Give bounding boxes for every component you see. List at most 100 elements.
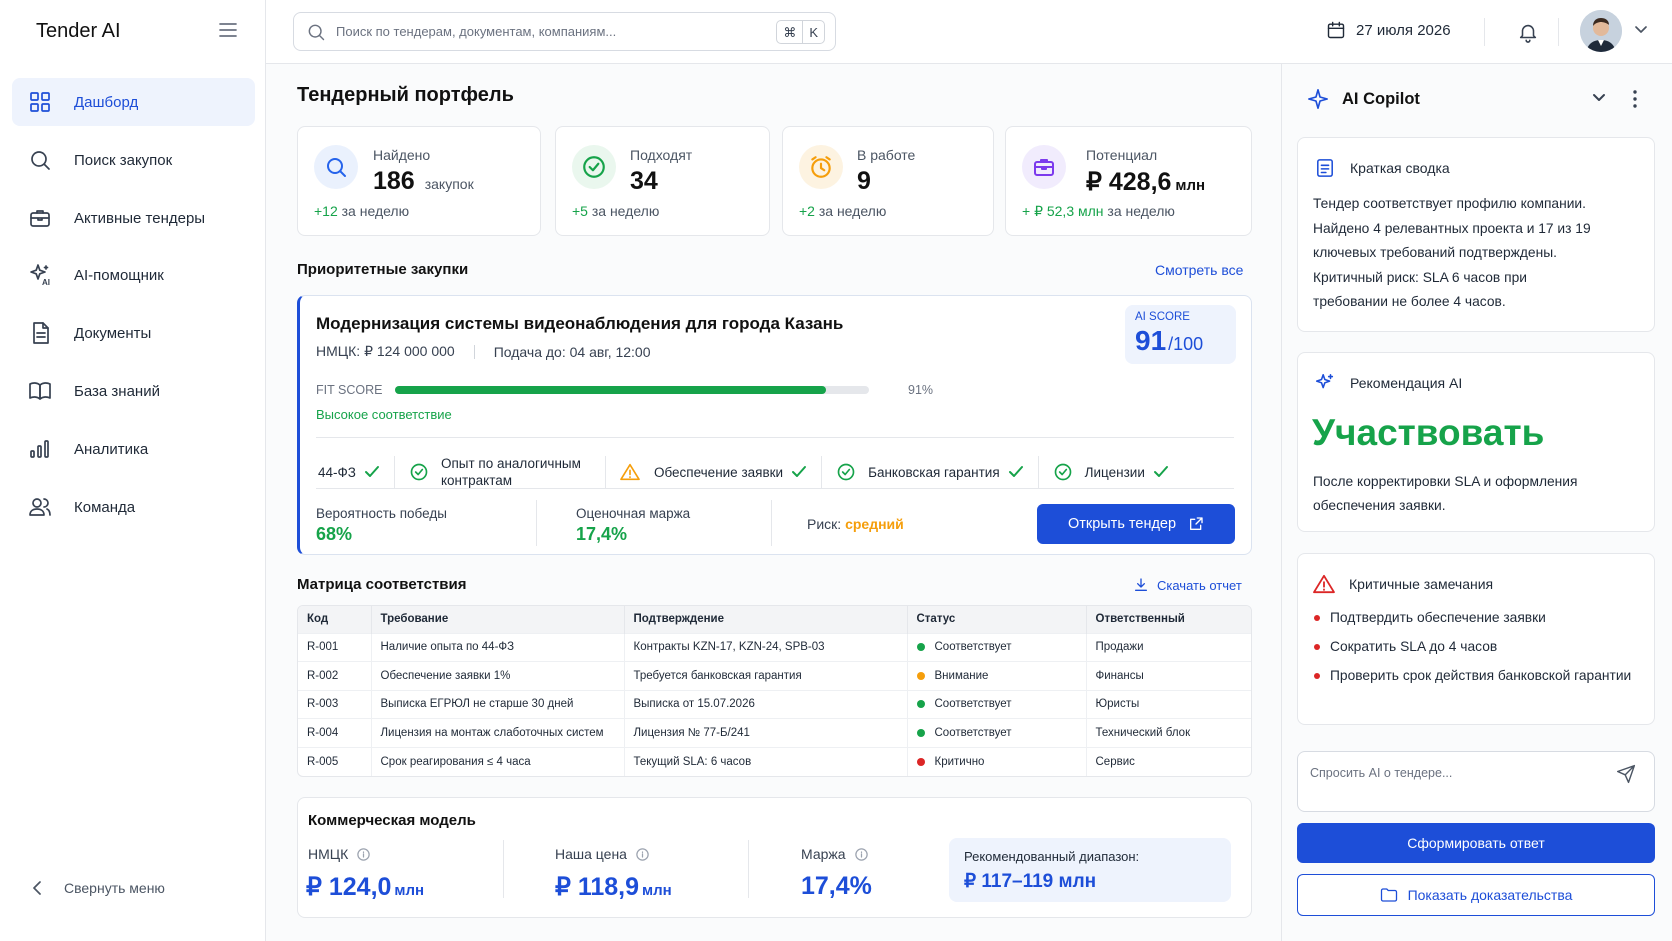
- warning-icon: [1313, 574, 1335, 594]
- more-vertical-icon[interactable]: [1633, 90, 1637, 108]
- kpi-value: ₽ 428,6 млн: [1086, 167, 1205, 197]
- show-evidence-button[interactable]: Показать доказательства: [1297, 874, 1655, 916]
- metric-unit: млн: [642, 882, 672, 899]
- open-tender-label: Открыть тендер: [1067, 516, 1177, 532]
- cell-confirmation: Текущий SLA: 6 часов: [624, 746, 908, 776]
- view-all-link[interactable]: Смотреть все: [1155, 262, 1243, 278]
- kpi-card-found[interactable]: Найдено 186 закупок +12 за неделю: [297, 126, 541, 236]
- k-key: K: [802, 20, 824, 43]
- cell-owner: Сервис: [1086, 746, 1251, 776]
- kpi-card-suitable[interactable]: Подходят 34 +5 за неделю: [555, 126, 770, 236]
- svg-text:AI: AI: [42, 278, 50, 287]
- briefcase-icon: [1022, 145, 1066, 189]
- fit-score-caption: Высокое соответствие: [316, 407, 452, 422]
- kpi-number: 186: [373, 167, 415, 195]
- recommendation-title: Рекомендация AI: [1350, 375, 1463, 391]
- sidebar-item-search[interactable]: Поиск закупок: [12, 136, 255, 184]
- app-logo[interactable]: Tender AI: [36, 20, 121, 43]
- search-input[interactable]: [336, 24, 777, 39]
- tender-title[interactable]: Модернизация системы видеонаблюдения для…: [316, 314, 843, 334]
- summary-line: Найдено 4 релевантных проекта и 17 из 19: [1313, 220, 1591, 236]
- metric-label: Маржа: [801, 846, 846, 862]
- divider: [1037, 456, 1039, 488]
- recommendation-line: обеспечения заявки.: [1313, 498, 1446, 513]
- chevron-down-icon[interactable]: [1592, 93, 1606, 103]
- sidebar-item-analytics[interactable]: Аналитика: [12, 425, 255, 473]
- info-icon[interactable]: [635, 847, 650, 862]
- recommendation-value: Участвовать: [1312, 412, 1545, 453]
- kpi-card-potential[interactable]: Потенциал ₽ 428,6 млн + ₽ 52,3 млн за нед…: [1005, 126, 1252, 236]
- copilot-title: AI Copilot: [1342, 90, 1420, 108]
- cell-requirement: Лицензия на монтаж слаботочных систем: [371, 718, 625, 748]
- status-dot: [916, 757, 925, 766]
- sidebar-item-knowledge-base[interactable]: База знаний: [12, 367, 255, 415]
- column-header-code[interactable]: Код: [298, 606, 372, 633]
- chevron-down-icon[interactable]: [1634, 25, 1648, 35]
- sidebar-item-ai-assistant[interactable]: AI AI-помощник: [12, 251, 255, 299]
- fit-score-track: [395, 386, 869, 394]
- check-circle-icon: [1053, 462, 1073, 482]
- search-icon: [306, 22, 326, 42]
- sidebar-item-label: Дашборд: [74, 93, 139, 111]
- collapse-menu-button[interactable]: Свернуть меню: [32, 880, 165, 896]
- check-label: Опыт по аналогичным контрактам: [440, 456, 581, 488]
- column-header-status[interactable]: Статус: [907, 606, 1087, 633]
- sidebar-item-dashboard[interactable]: Дашборд: [12, 78, 255, 126]
- sidebar-item-documents[interactable]: Документы: [12, 309, 255, 357]
- column-header-requirement[interactable]: Требование: [371, 606, 625, 633]
- kpi-label: Найдено: [373, 147, 431, 163]
- column-header-confirmation[interactable]: Подтверждение: [624, 606, 908, 633]
- generate-answer-button[interactable]: Сформировать ответ: [1297, 823, 1655, 863]
- check-circle-icon: [572, 145, 616, 189]
- table-row[interactable]: R-003 Выписка ЕГРЮЛ не старше 30 дней Выпи…: [298, 689, 1251, 719]
- collapse-menu-label: Свернуть меню: [64, 880, 165, 896]
- chevron-left-icon: [32, 880, 42, 896]
- critical-issues-title-row: Критичные замечания: [1313, 574, 1493, 594]
- commercial-label-our-price: Наша цена: [555, 846, 650, 862]
- cell-owner: Юристы: [1086, 689, 1251, 719]
- table-row[interactable]: R-002 Обеспечение заявки 1% Требуется банк…: [298, 661, 1251, 691]
- global-search[interactable]: ⌘ K: [293, 12, 836, 51]
- menu-icon[interactable]: [218, 22, 238, 38]
- download-report-link[interactable]: Скачать отчет: [1133, 577, 1242, 593]
- status-text: Соответствует: [934, 698, 1012, 711]
- sidebar-item-team[interactable]: Команда: [12, 483, 255, 531]
- checkmark-icon: [1008, 465, 1024, 479]
- ask-ai-input[interactable]: [1310, 766, 1600, 780]
- user-avatar[interactable]: [1580, 10, 1622, 52]
- kpi-unit: млн: [1175, 177, 1206, 194]
- info-icon[interactable]: [854, 847, 869, 862]
- open-tender-button[interactable]: Открыть тендер: [1037, 504, 1235, 544]
- column-header-owner[interactable]: Ответственный: [1086, 606, 1251, 633]
- table-row[interactable]: R-005 Срок реагирования ≤ 4 часа Текущий S…: [298, 746, 1251, 776]
- status-text: Критично: [934, 755, 985, 768]
- recommended-range-label: Рекомендованный диапазон:: [964, 849, 1140, 864]
- send-icon[interactable]: [1616, 764, 1636, 784]
- cell-code: R-001: [298, 632, 372, 662]
- folder-icon: [1380, 887, 1398, 903]
- cell-status: Соответствует: [907, 689, 1087, 719]
- kpi-delta-value: +2: [799, 203, 815, 219]
- kpi-card-in-progress[interactable]: В работе 9 +2 за неделю: [782, 126, 994, 236]
- metric-label: НМЦК: [308, 846, 349, 862]
- users-icon: [28, 495, 52, 519]
- page-title: Тендерный портфель: [297, 84, 514, 106]
- table-row[interactable]: R-001 Наличие опыта по 44-ФЗ Контракты KZN…: [298, 632, 1251, 662]
- estimated-margin-value: 17,4%: [576, 524, 628, 544]
- kpi-number: ₽ 428,6: [1086, 168, 1172, 196]
- info-icon[interactable]: [356, 847, 371, 862]
- recommended-range-value-wrap: ₽ 117–119 млн: [964, 870, 1096, 893]
- date-display[interactable]: 27 июля 2026: [1326, 20, 1451, 40]
- table-row[interactable]: R-004 Лицензия на монтаж слаботочных сист…: [298, 718, 1251, 748]
- bell-icon[interactable]: [1517, 20, 1539, 44]
- ask-ai-box[interactable]: [1297, 751, 1655, 812]
- check-44fz: 44-ФЗ: [318, 465, 380, 480]
- commercial-value-our-price: ₽ 118,9 млн: [555, 872, 672, 902]
- divider: [316, 488, 1234, 489]
- sidebar-item-active-tenders[interactable]: Активные тендеры: [12, 194, 255, 242]
- divider: [503, 840, 504, 898]
- summary-title: Краткая сводка: [1350, 160, 1450, 176]
- win-probability-value: 68%: [316, 524, 353, 544]
- cell-confirmation: Лицензия № 77-Б/241: [624, 718, 908, 748]
- table-header-row: Код Требование Подтверждение Статус Отве…: [298, 606, 1251, 633]
